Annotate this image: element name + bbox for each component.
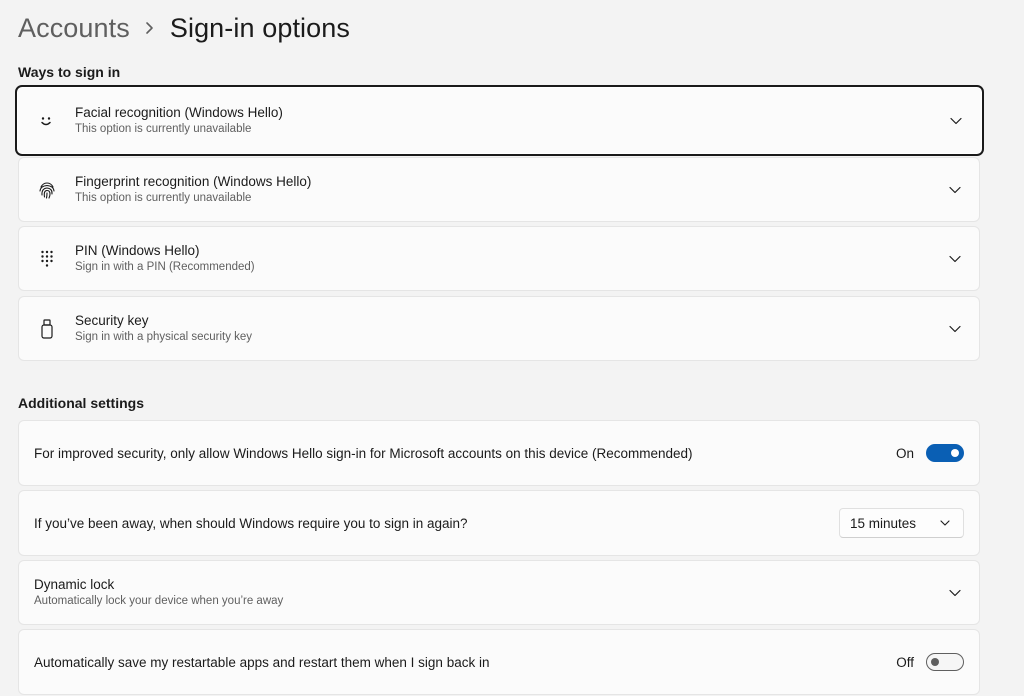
fingerprint-recognition-subtitle: This option is currently unavailable: [75, 192, 252, 204]
breadcrumb: Accounts Sign-in options: [18, 8, 350, 48]
security-key-text: Security key Sign in with a physical sec…: [75, 312, 252, 345]
facial-recognition-title: Facial recognition (Windows Hello): [75, 105, 283, 120]
breadcrumb-accounts-link[interactable]: Accounts: [18, 13, 130, 44]
restart-apps-state-label: Off: [896, 654, 914, 670]
restart-apps-toggle[interactable]: [926, 653, 964, 671]
section-title-additional-settings: Additional settings: [18, 395, 144, 411]
chevron-down-icon[interactable]: [947, 585, 963, 601]
facial-recognition-card[interactable]: Facial recognition (Windows Hello) This …: [15, 85, 984, 156]
security-key-title: Security key: [75, 313, 149, 328]
toggle-knob: [931, 658, 939, 666]
pin-keypad-icon: [36, 248, 58, 270]
face-smile-icon: [35, 110, 57, 132]
windows-hello-only-setting: For improved security, only allow Window…: [18, 420, 980, 486]
facial-recognition-subtitle: This option is currently unavailable: [75, 123, 252, 135]
chevron-down-icon[interactable]: [947, 182, 963, 198]
facial-recognition-text: Facial recognition (Windows Hello) This …: [75, 104, 283, 137]
chevron-down-icon[interactable]: [948, 113, 964, 129]
chevron-down-icon[interactable]: [947, 321, 963, 337]
security-key-subtitle: Sign in with a physical security key: [75, 331, 253, 343]
fingerprint-icon: [36, 179, 58, 201]
section-title-ways-to-sign-in: Ways to sign in: [18, 64, 121, 80]
pin-title: PIN (Windows Hello): [75, 243, 200, 258]
dynamic-lock-card[interactable]: Dynamic lock Automatically lock your dev…: [18, 560, 980, 625]
windows-hello-only-state-label: On: [895, 445, 914, 461]
pin-subtitle: Sign in with a PIN (Recommended): [75, 261, 255, 273]
require-sign-in-selected: 15 minutes: [850, 515, 917, 531]
pin-text: PIN (Windows Hello) Sign in with a PIN (…: [75, 242, 255, 275]
pin-card[interactable]: PIN (Windows Hello) Sign in with a PIN (…: [18, 226, 980, 291]
usb-key-icon: [36, 318, 58, 340]
restart-apps-setting: Automatically save my restartable apps a…: [18, 629, 980, 695]
chevron-right-icon: [145, 21, 154, 35]
windows-hello-only-toggle-group: On: [896, 444, 964, 462]
chevron-down-icon[interactable]: [947, 251, 963, 267]
fingerprint-recognition-text: Fingerprint recognition (Windows Hello) …: [75, 173, 311, 206]
dynamic-lock-text: Dynamic lock Automatically lock your dev…: [34, 576, 283, 609]
windows-hello-only-toggle[interactable]: [926, 444, 964, 462]
page-title: Sign-in options: [169, 12, 350, 43]
dynamic-lock-title: Dynamic lock: [34, 577, 115, 592]
require-sign-in-dropdown[interactable]: 15 minutes: [839, 508, 964, 538]
require-sign-in-label: If you’ve been away, when should Windows…: [34, 515, 468, 531]
windows-hello-only-label: For improved security, only allow Window…: [34, 445, 693, 461]
restart-apps-toggle-group: Off: [896, 653, 964, 671]
require-sign-in-setting: If you’ve been away, when should Windows…: [18, 490, 980, 556]
toggle-knob: [951, 449, 959, 457]
chevron-down-icon: [939, 517, 951, 529]
fingerprint-recognition-card[interactable]: Fingerprint recognition (Windows Hello) …: [18, 157, 980, 222]
restart-apps-label: Automatically save my restartable apps a…: [34, 654, 490, 670]
dynamic-lock-subtitle: Automatically lock your device when you’…: [34, 595, 284, 607]
security-key-card[interactable]: Security key Sign in with a physical sec…: [18, 296, 980, 361]
fingerprint-recognition-title: Fingerprint recognition (Windows Hello): [75, 174, 312, 189]
